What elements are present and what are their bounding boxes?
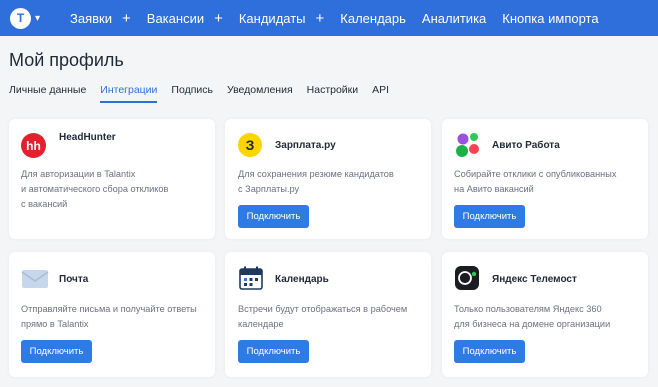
avito-logo (454, 131, 482, 159)
zarplata-logo-text: З (245, 137, 255, 153)
talantix-logo[interactable]: T (10, 7, 31, 29)
nav-item-label: Кнопка импорта (502, 10, 599, 26)
calendar-icon (238, 265, 264, 291)
tab-signature[interactable]: Подпись (171, 84, 213, 103)
connect-button[interactable]: Подключить (454, 205, 525, 228)
card-title: Календарь (275, 274, 329, 285)
integration-card-mail: Почта Отправляйте письма и получайте отв… (9, 252, 215, 377)
chevron-down-icon[interactable]: ▾ (35, 13, 40, 24)
connect-button[interactable]: Подключить (238, 205, 309, 228)
add-vacancy-icon[interactable]: + (214, 11, 223, 26)
nav-item-import[interactable]: Кнопка импорта (502, 11, 598, 26)
nav-item-calendar[interactable]: Календарь (340, 11, 406, 26)
telemost-icon (454, 265, 480, 291)
tab-api[interactable]: API (372, 84, 389, 103)
nav-item-vakansii[interactable]: Вакансии + (147, 11, 223, 26)
card-title: Почта (59, 274, 89, 285)
integration-card-zarplata: З Зарплата.ру Для сохранения резюме канд… (225, 119, 431, 239)
headhunter-logo-text: hh (26, 138, 41, 153)
card-title: Яндекс Телемост (492, 274, 577, 285)
card-description: Собирайте отклики с опубликованных на Ав… (454, 169, 617, 194)
card-description: Отправляйте письма и получайте ответы пр… (21, 304, 197, 329)
card-title: HeadHunter (59, 132, 116, 143)
main-content: Мой профиль Личные данные Интеграции Под… (0, 36, 658, 387)
top-navigation-bar: T ▾ Заявки + Вакансии + Кандидаты + Календа… (0, 0, 658, 36)
headhunter-logo: hh (21, 133, 46, 158)
card-description: Встречи будут отображаться в рабочем кал… (238, 304, 408, 329)
nav-item-label: Календарь (340, 10, 406, 26)
add-candidate-icon[interactable]: + (316, 11, 325, 26)
connect-button[interactable]: Подключить (21, 340, 92, 363)
profile-tabs: Личные данные Интеграции Подпись Уведомл… (9, 84, 403, 103)
tab-settings[interactable]: Настройки (307, 84, 359, 103)
envelope-icon (21, 268, 49, 290)
zarplata-logo: З (238, 133, 262, 157)
tab-personal-data[interactable]: Личные данные (9, 84, 86, 103)
card-title: Зарплата.ру (275, 140, 336, 151)
integration-card-avito: Авито Работа Собирайте отклики с опублик… (442, 119, 648, 239)
nav-item-label: Аналитика (421, 10, 487, 26)
card-description: Для авторизации в Talantix и автоматичес… (21, 169, 169, 209)
nav-item-zayavki[interactable]: Заявки + (70, 11, 131, 26)
tab-notifications[interactable]: Уведомления (227, 84, 293, 103)
nav-item-kandidaty[interactable]: Кандидаты + (239, 11, 324, 26)
nav-item-label: Вакансии (146, 10, 205, 26)
connect-button[interactable]: Подключить (454, 340, 525, 363)
nav-item-analytics[interactable]: Аналитика (422, 11, 486, 26)
add-request-icon[interactable]: + (122, 11, 131, 26)
connect-button[interactable]: Подключить (238, 340, 309, 363)
integration-card-telemost: Яндекс Телемост Только пользователям Янд… (442, 252, 648, 377)
nav-item-label: Кандидаты (238, 10, 306, 26)
card-description: Для сохранения резюме кандидатов с Зарпл… (238, 169, 394, 194)
page-title: Мой профиль (9, 50, 124, 70)
integration-card-headhunter: hh HeadHunter Для авторизации в Talantix… (9, 119, 215, 239)
integration-card-calendar: Календарь Встречи будут отображаться в р… (225, 252, 431, 377)
card-description: Только пользователям Яндекс 360 для бизн… (454, 304, 611, 329)
nav-item-label: Заявки (70, 10, 113, 26)
card-title: Авито Работа (492, 140, 560, 151)
tab-integrations[interactable]: Интеграции (100, 84, 158, 103)
